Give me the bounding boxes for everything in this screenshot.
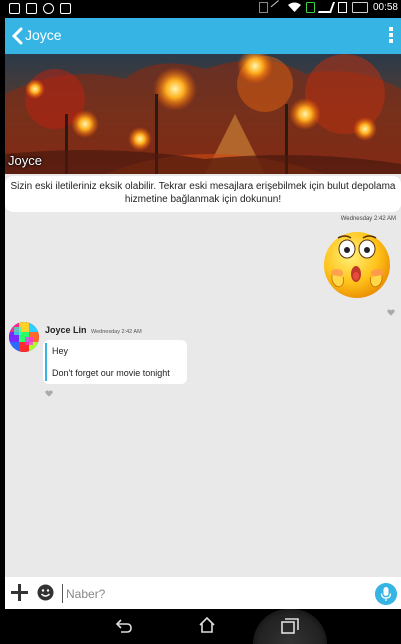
- surprised-emoji-sticker[interactable]: [323, 229, 395, 299]
- cloud-storage-notice[interactable]: Sizin eski iletileriniz eksik olabilir. …: [5, 176, 401, 212]
- conversation-title[interactable]: Joyce: [25, 27, 62, 43]
- messaging-screen: 00:58 Joyce Joyce Sizin eski iletilerini…: [5, 0, 401, 644]
- chat-icon: [43, 3, 54, 14]
- contact-avatar[interactable]: [9, 322, 39, 352]
- heart-icon[interactable]: [387, 309, 395, 316]
- outgoing-timestamp: Wednesday 2:42 AM: [340, 216, 396, 222]
- sender-row: Joyce Lin Wednesday 2:42 AM: [45, 325, 142, 335]
- signal-icon: [317, 2, 335, 13]
- sim-icon: [305, 2, 315, 13]
- vibrate-icon: [258, 2, 268, 13]
- no-signal-icon: [270, 0, 286, 15]
- calendar-icon: [9, 3, 20, 14]
- incoming-timestamp: Wednesday 2:42 AM: [91, 329, 142, 335]
- notice-line-1: Sizin eski iletileriniz eksik olabilir. …: [10, 181, 396, 192]
- data-icon: [337, 2, 347, 13]
- back-icon[interactable]: [115, 617, 133, 635]
- notice-line-2: hizmetine bağlanmak için dokunun!: [124, 193, 282, 205]
- message-input[interactable]: [62, 584, 362, 603]
- message-text: Hey: [52, 346, 69, 356]
- heart-icon[interactable]: [45, 390, 53, 397]
- battery-icon: [351, 2, 368, 13]
- banner-painting: [5, 54, 401, 174]
- plus-icon[interactable]: [11, 584, 28, 601]
- photo-icon: [60, 3, 71, 14]
- message-composer: [5, 577, 401, 609]
- chevron-left-icon[interactable]: [10, 27, 24, 45]
- image-icon: [26, 3, 37, 14]
- app-bar: Joyce: [5, 18, 401, 54]
- home-icon[interactable]: [198, 616, 216, 634]
- smiley-icon[interactable]: [37, 584, 54, 601]
- contact-banner: Joyce: [5, 54, 401, 174]
- sender-name: Joyce Lin: [45, 325, 87, 335]
- banner-contact-name: Joyce: [8, 153, 42, 168]
- status-time: 00:58: [372, 2, 398, 13]
- navigation-bar: [5, 609, 401, 644]
- recent-apps-icon[interactable]: [281, 618, 299, 634]
- overflow-menu-icon[interactable]: [389, 27, 393, 43]
- microphone-icon[interactable]: [375, 583, 397, 605]
- wifi-icon: [287, 2, 301, 12]
- bubble-accent-bar: [45, 343, 47, 381]
- message-text: Don't forget our movie tonight: [52, 368, 170, 378]
- status-bar: 00:58: [5, 0, 401, 18]
